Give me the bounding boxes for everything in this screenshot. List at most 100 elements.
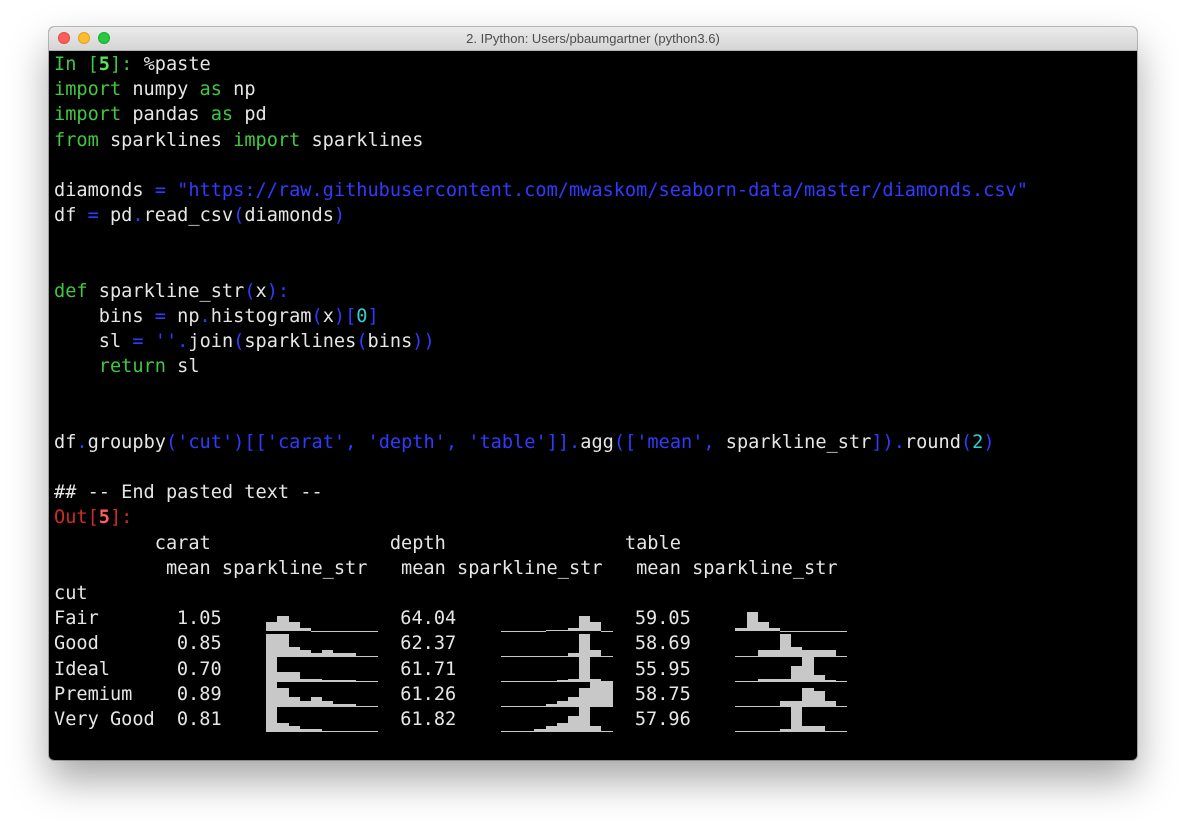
table-body: Fair 1.05 64.04 59.05 Good 0.85 62.37 58.69 Idea… xyxy=(54,606,1137,733)
table-row: Good 0.85 62.37 58.69 xyxy=(54,631,1137,657)
sparkline-bar xyxy=(780,634,792,657)
sparkline-bar xyxy=(780,728,792,733)
sparkline-bar xyxy=(288,697,300,707)
code-line: return sl xyxy=(98,356,200,378)
carat-mean-value: 0.89 xyxy=(176,683,222,705)
depth-sparkline xyxy=(500,606,613,632)
sparkline-bar xyxy=(836,731,848,733)
code-line: from sparklines import sparklines xyxy=(54,129,424,151)
depth-sparkline xyxy=(500,681,613,707)
code-line: def sparkline_str(x): xyxy=(54,280,290,302)
table-sparkline xyxy=(735,706,848,733)
carat-sparkline xyxy=(266,606,379,632)
sparkline-bar xyxy=(813,691,825,707)
sparkline-bar xyxy=(266,706,278,733)
row-cut-label: Fair xyxy=(54,608,99,630)
table-header-2: mean sparkline_str mean sparkline_str me… xyxy=(54,557,838,579)
sparkline-bar xyxy=(344,730,356,733)
sparkline-bar xyxy=(802,656,814,682)
sparkline-bar xyxy=(288,672,300,682)
sparkline-bar xyxy=(601,731,613,733)
carat-sparkline xyxy=(266,706,379,733)
sparkline-bar xyxy=(277,722,289,733)
comment-line: ## -- End pasted text -- xyxy=(54,482,323,504)
sparkline-bar xyxy=(299,728,311,733)
depth-mean-value: 64.04 xyxy=(400,608,457,630)
window-title: 2. IPython: Users/pbaumgartner (python3.… xyxy=(466,31,720,46)
row-cut-label: Good xyxy=(54,633,99,655)
sparkline-bar xyxy=(567,716,580,733)
sparkline-bar xyxy=(500,731,512,733)
sparkline-bar xyxy=(333,730,345,733)
sparkline-bar xyxy=(277,634,289,657)
depth-mean-value: 62.37 xyxy=(400,633,457,655)
table-header-1: carat depth table xyxy=(54,532,681,554)
sparkline-bar xyxy=(511,731,524,733)
sparkline-bar xyxy=(579,615,591,632)
row-cut-label: Very Good xyxy=(54,708,155,730)
table-mean-value: 58.75 xyxy=(634,683,691,705)
sparkline-bar xyxy=(523,730,535,733)
sparkline-bar xyxy=(590,621,602,632)
table-mean-value: 55.95 xyxy=(634,658,691,680)
sparkline-bar xyxy=(590,681,602,707)
sparkline-bar xyxy=(266,681,278,707)
code-line: sl = ''.join(sparklines(bins)) xyxy=(54,331,435,353)
terminal-window: 2. IPython: Users/pbaumgartner (python3.… xyxy=(49,27,1137,760)
carat-mean-value: 0.70 xyxy=(176,658,222,680)
sparkline-bar xyxy=(579,656,591,682)
sparkline-bar xyxy=(802,725,814,733)
sparkline-bar xyxy=(322,730,334,733)
sparkline-bar xyxy=(266,656,278,682)
sparkline-bar xyxy=(768,731,781,733)
table-sparkline xyxy=(735,682,848,707)
table-sparkline xyxy=(735,656,848,682)
input-prompt-line: In [5]: %paste xyxy=(54,54,211,75)
carat-sparkline xyxy=(266,681,379,707)
carat-mean-value: 0.81 xyxy=(176,708,222,730)
sparkline-bar xyxy=(757,731,769,733)
sparkline-bar xyxy=(567,697,580,707)
sparkline-bar xyxy=(791,647,803,657)
depth-mean-value: 61.26 xyxy=(400,683,457,705)
title-bar[interactable]: 2. IPython: Users/pbaumgartner (python3.… xyxy=(49,27,1137,51)
table-row: Fair 1.05 64.04 59.05 xyxy=(54,606,1137,632)
carat-sparkline xyxy=(266,656,379,682)
carat-sparkline xyxy=(266,631,379,657)
sparkline-bar xyxy=(824,730,837,733)
table-mean-value: 57.96 xyxy=(634,708,691,730)
table-row: Premium 0.89 61.26 58.75 xyxy=(54,681,1137,707)
sparkline-bar xyxy=(590,725,602,733)
sparkline-bar xyxy=(310,697,323,707)
sparkline-bar xyxy=(266,621,278,632)
sparkline-bar xyxy=(277,672,289,682)
table-sparkline xyxy=(735,606,848,632)
sparkline-bar xyxy=(813,725,825,733)
depth-sparkline xyxy=(500,631,613,657)
sparkline-bar xyxy=(366,731,379,733)
sparkline-bar xyxy=(579,634,591,657)
sparkline-bar xyxy=(277,687,289,707)
code-line: df.groupby('cut')[['carat', 'depth', 'ta… xyxy=(54,431,995,453)
sparkline-bar xyxy=(579,706,591,733)
table-sparkline xyxy=(735,631,848,657)
sparkline-bar xyxy=(746,731,758,733)
sparkline-bar xyxy=(266,634,278,657)
terminal-content[interactable]: In [5]: %paste import numpy as np import… xyxy=(54,52,1137,760)
sparkline-bar xyxy=(735,731,747,733)
carat-mean-value: 1.05 xyxy=(176,608,222,630)
row-cut-label: Premium xyxy=(54,683,133,705)
carat-mean-value: 0.85 xyxy=(176,633,222,655)
table-mean-value: 59.05 xyxy=(634,608,691,630)
sparkline-bar xyxy=(579,687,591,707)
depth-sparkline xyxy=(500,706,613,733)
sparkline-bar xyxy=(310,728,323,733)
code-line: bins = np.histogram(x)[0] xyxy=(54,305,379,327)
sparkline-bar xyxy=(288,647,300,657)
depth-sparkline xyxy=(500,656,613,682)
